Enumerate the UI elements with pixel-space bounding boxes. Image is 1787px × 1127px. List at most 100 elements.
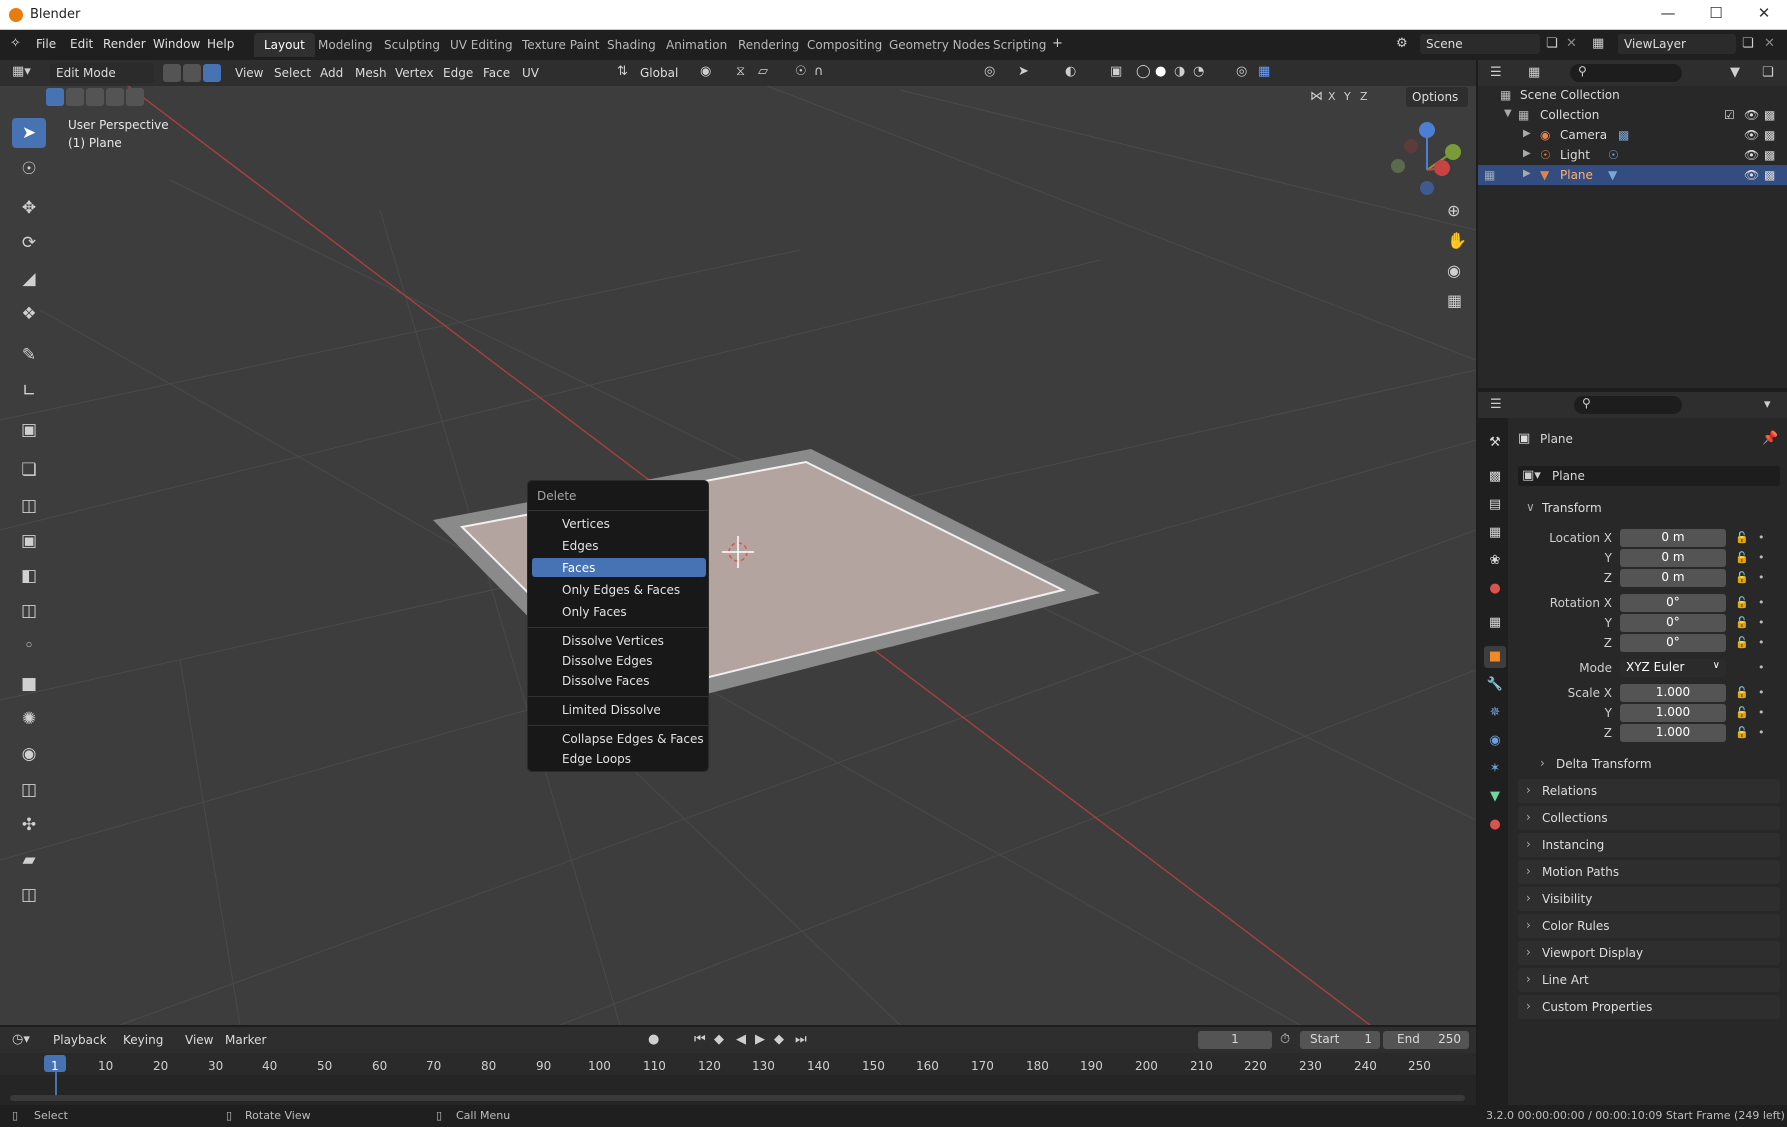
chevron-down-icon[interactable]: ▾ (1764, 397, 1771, 412)
axis-z-toggle[interactable]: Z (1360, 90, 1368, 103)
scale-y-field[interactable]: 1.000 (1620, 704, 1726, 722)
viewlayer-icon[interactable]: ▦ (1592, 36, 1604, 51)
tab-layout[interactable]: Layout (254, 33, 315, 57)
vp-menu-vertex[interactable]: Vertex (395, 66, 434, 80)
panel-collections[interactable]: › Collections (1518, 806, 1780, 830)
snap-icon[interactable]: ⧖ (736, 64, 745, 79)
falloff-icon[interactable]: ∩ (814, 64, 824, 79)
menu-item-collapse-edges-faces[interactable]: Collapse Edges & Faces (532, 729, 706, 748)
select-extend-icon[interactable] (66, 88, 84, 106)
material-tab-icon[interactable]: ● (1484, 814, 1506, 836)
options-dropdown[interactable]: Options (1406, 87, 1468, 107)
scene-selector[interactable]: Scene (1420, 34, 1540, 54)
delete-viewlayer-icon[interactable]: ✕ (1764, 36, 1775, 51)
menu-item-dissolve-faces[interactable]: Dissolve Faces (532, 671, 706, 690)
overlay-toggle-icon[interactable]: ◐ (1065, 64, 1076, 79)
eye-icon[interactable]: 👁 (1744, 128, 1759, 142)
snap-target-icon[interactable]: ▱ (758, 64, 768, 79)
stopwatch-icon[interactable]: ⏱ (1280, 1032, 1290, 1047)
prev-keyframe-icon[interactable]: ◆ (714, 1032, 724, 1047)
knife-tool[interactable]: ◦ (12, 631, 46, 661)
bevel-tool[interactable]: ◧ (12, 561, 46, 591)
scale-z-field[interactable]: 1.000 (1620, 724, 1726, 742)
display-mode-icon[interactable]: ▦ (1528, 65, 1540, 80)
xray-toggle-icon[interactable]: ▣ (1110, 64, 1122, 79)
move-tool[interactable]: ✥ (12, 193, 46, 223)
tab-texture-paint[interactable]: Texture Paint (512, 33, 609, 57)
properties-search-input[interactable]: ⚲ (1574, 396, 1682, 414)
keyframe-dot-icon[interactable]: • (1758, 726, 1765, 739)
camera-render-icon[interactable]: ▩ (1764, 128, 1775, 142)
keyframe-dot-icon[interactable]: • (1758, 616, 1765, 629)
timeline-area[interactable]: 1 10 20 30 40 50 60 70 80 90 100 110 120… (0, 1053, 1476, 1105)
panel-line-art[interactable]: › Line Art (1518, 968, 1780, 992)
measure-tool[interactable]: ∟ (12, 376, 46, 406)
keyframe-dot-icon[interactable]: • (1758, 706, 1765, 719)
lock-icon[interactable]: 🔓 (1735, 596, 1749, 609)
jump-start-icon[interactable]: ⏮ (694, 1032, 706, 1047)
scene-tab-icon[interactable]: ❀ (1484, 550, 1506, 572)
rendered-shading-icon[interactable]: ◔ (1193, 64, 1204, 79)
lock-icon[interactable]: 🔓 (1735, 531, 1749, 544)
pivot-point-icon[interactable]: ◉ (700, 64, 711, 79)
edge-select-icon[interactable] (183, 64, 201, 82)
spin-tool[interactable]: ✺ (12, 704, 46, 734)
rotation-x-field[interactable]: 0° (1620, 594, 1726, 612)
location-x-field[interactable]: 0 m (1620, 529, 1726, 547)
eye-icon[interactable]: 👁 (1744, 168, 1759, 182)
panel-motion-paths[interactable]: › Motion Paths (1518, 860, 1780, 884)
tab-modeling[interactable]: Modeling (308, 33, 383, 57)
ortho-grid-icon[interactable]: ▦ (1447, 291, 1462, 310)
render-tab-icon[interactable]: ▩ (1484, 466, 1506, 488)
current-frame-field[interactable]: 1 (1198, 1031, 1272, 1049)
new-scene-icon[interactable]: ❏ (1546, 36, 1558, 51)
scale-x-field[interactable]: 1.000 (1620, 684, 1726, 702)
vp-menu-mesh[interactable]: Mesh (355, 66, 387, 80)
transform-tool[interactable]: ❖ (12, 299, 46, 329)
vp-menu-add[interactable]: Add (320, 66, 343, 80)
keyframe-dot-icon[interactable]: • (1758, 571, 1765, 584)
eye-icon[interactable]: 👁 (1744, 148, 1759, 162)
outliner-row-collection[interactable]: ▼ ▦ Collection ☑ 👁 ▩ (1478, 105, 1787, 125)
vp-menu-face[interactable]: Face (483, 66, 510, 80)
physics-tab-icon[interactable]: ◉ (1484, 730, 1506, 752)
end-frame-field[interactable]: End 250 (1383, 1031, 1469, 1049)
mirror-icon[interactable]: ⋈ (1310, 89, 1323, 104)
vp-menu-uv[interactable]: UV (522, 66, 539, 80)
axis-y-toggle[interactable]: Y (1344, 90, 1351, 103)
select-intersect-icon[interactable] (126, 88, 144, 106)
outliner-editor-icon[interactable]: ☰ (1490, 65, 1502, 80)
pan-hand-icon[interactable]: ✋ (1447, 231, 1467, 250)
object-name-field[interactable]: ▣▾ Plane (1518, 466, 1780, 486)
next-keyframe-icon[interactable]: ◆ (774, 1032, 784, 1047)
zoom-icon[interactable]: ⊕ (1447, 201, 1460, 220)
shrink-fatten-tool[interactable]: ✣ (12, 810, 46, 840)
material-shading-icon[interactable]: ◑ (1174, 64, 1185, 79)
menu-item-edges[interactable]: Edges (532, 536, 706, 555)
particles-tab-icon[interactable]: ✵ (1484, 702, 1506, 724)
keyframe-dot-icon[interactable]: • (1758, 686, 1765, 699)
menu-item-dissolve-edges[interactable]: Dissolve Edges (532, 651, 706, 670)
panel-relations[interactable]: › Relations (1518, 779, 1780, 803)
edit-mode-icon[interactable]: ▦ (1484, 168, 1495, 182)
orientation-selector[interactable]: Global (634, 63, 690, 83)
new-viewlayer-icon[interactable]: ❏ (1742, 36, 1754, 51)
eye-icon[interactable]: 👁 (1744, 108, 1759, 122)
proportional-edit-icon[interactable]: ☉ (795, 64, 807, 79)
mesh-data-icon[interactable]: ▼ (1608, 168, 1617, 182)
mesh-display-icon[interactable]: ▦ (1258, 64, 1270, 79)
camera-data-icon[interactable]: ▩ (1618, 128, 1629, 142)
keyframe-dot-icon[interactable]: • (1758, 531, 1765, 544)
blender-menu-icon[interactable]: ✧ (10, 36, 21, 51)
lock-icon[interactable]: 🔓 (1735, 551, 1749, 564)
solid-shading-icon[interactable]: ● (1155, 64, 1166, 79)
panel-viewport-display[interactable]: › Viewport Display (1518, 941, 1780, 965)
close-icon[interactable]: ✕ (1744, 4, 1784, 26)
lock-icon[interactable]: 🔓 (1735, 571, 1749, 584)
menu-render[interactable]: Render (103, 37, 146, 51)
timeline-menu-playback[interactable]: Playback (53, 1033, 107, 1047)
pin-icon[interactable]: 📌 (1762, 431, 1778, 446)
outliner-search-input[interactable]: ⚲ (1570, 64, 1682, 82)
edge-slide-tool[interactable]: ◫ (12, 775, 46, 805)
menu-item-edge-loops[interactable]: Edge Loops (532, 749, 706, 768)
